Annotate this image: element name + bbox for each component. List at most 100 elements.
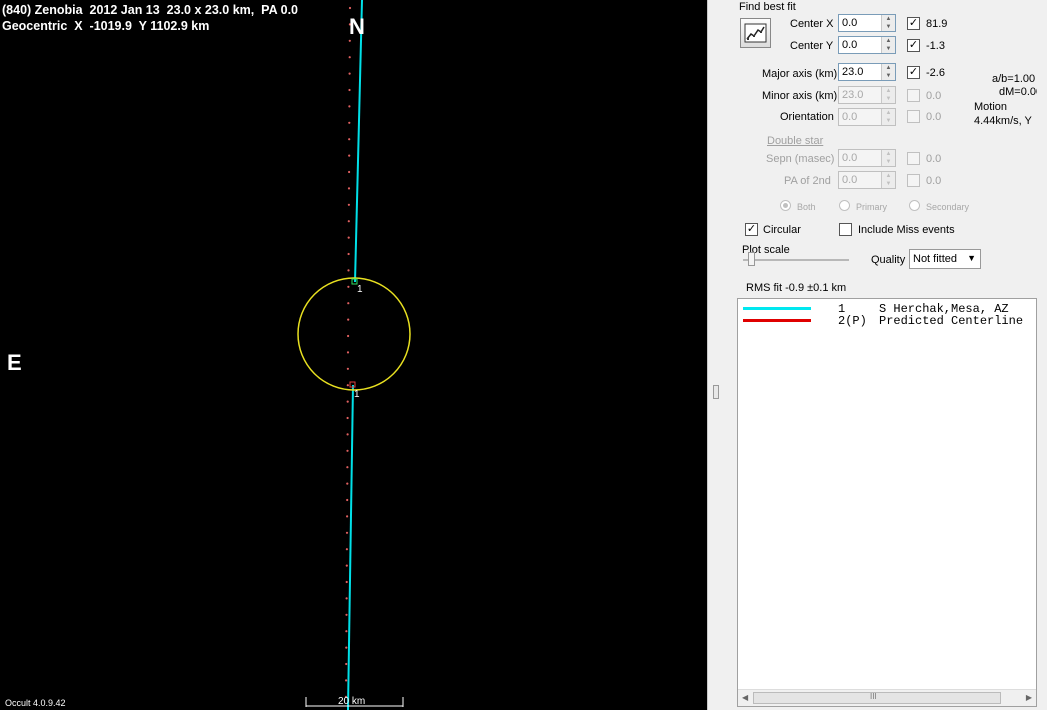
occultation-plot[interactable]: 11 (840) Zenobia 2012 Jan 13 23.0 x 23.0…	[0, 0, 707, 710]
circular-checkbox[interactable]: ✓	[745, 223, 758, 236]
path-dot	[347, 220, 350, 223]
legend-row[interactable]: 2(P) Predicted Centerline	[743, 314, 1037, 328]
center-x-input[interactable]: 0.0 ▲ ▼	[838, 14, 896, 32]
dm-value: dM=0.00	[999, 86, 1043, 98]
scroll-right-icon[interactable]: ▶	[1026, 693, 1032, 702]
quality-label: Quality	[871, 254, 906, 266]
spin-down-icon[interactable]: ▼	[882, 45, 895, 53]
version-label: Occult 4.0.9.42	[5, 698, 66, 708]
legend-row[interactable]: 1 S Herchak,Mesa, AZ	[743, 302, 1037, 316]
orientation-result: 0.0	[926, 111, 942, 123]
path-dot	[347, 334, 350, 338]
radio-both[interactable]	[780, 200, 791, 211]
plot-geocentric-line: Geocentric X -1019.9 Y 1102.9 km	[2, 19, 210, 33]
path-dot	[345, 630, 348, 633]
path-dot	[348, 138, 351, 141]
major-axis-input[interactable]: 23.0 ▲ ▼	[838, 63, 896, 81]
orientation-checkbox[interactable]	[907, 110, 920, 123]
radio-secondary[interactable]	[909, 200, 920, 211]
legend-number: 2(P)	[838, 314, 867, 328]
sepn-input[interactable]: 0.0 ▲ ▼	[838, 149, 896, 167]
spin-up-icon: ▲	[882, 109, 895, 117]
plot-scale-slider-track[interactable]	[743, 259, 849, 261]
pa-2nd-label: PA of 2nd	[784, 175, 831, 187]
path-dot	[347, 302, 350, 305]
orientation-label: Orientation	[780, 111, 834, 123]
minor-axis-checkbox[interactable]	[907, 89, 920, 102]
north-label: N	[349, 14, 365, 39]
path-dot	[345, 646, 348, 649]
window-edge	[1037, 0, 1047, 710]
path-dot	[346, 466, 349, 469]
spin-up-icon: ▲	[882, 87, 895, 95]
path-dot	[346, 400, 349, 403]
center-y-label: Center Y	[790, 40, 834, 52]
path-dot	[348, 121, 351, 124]
spin-down-icon: ▼	[882, 158, 895, 166]
east-label: E	[7, 350, 22, 375]
minor-axis-input[interactable]: 23.0 ▲ ▼	[838, 86, 896, 104]
spin-up-icon[interactable]: ▲	[882, 15, 895, 23]
spin-down-icon: ▼	[882, 180, 895, 188]
legend-observer-name: Predicted Centerline	[879, 314, 1024, 328]
path-dot	[347, 269, 350, 272]
rms-fit-label: RMS fit -0.9 ±0.1 km	[746, 282, 847, 294]
sepn-checkbox[interactable]	[907, 152, 920, 165]
sepn-label: Sepn (masec)	[766, 153, 835, 165]
orientation-input[interactable]: 0.0 ▲ ▼	[838, 108, 896, 126]
path-dot	[347, 203, 350, 206]
scale-bar-label: 20 km	[338, 696, 366, 707]
major-axis-value: 23.0	[842, 66, 864, 78]
spin-up-icon[interactable]: ▲	[882, 37, 895, 45]
center-y-checkbox[interactable]: ✓	[907, 39, 920, 52]
scroll-grip-icon: III	[870, 692, 877, 701]
path-dot	[345, 564, 348, 567]
spin-down-icon[interactable]: ▼	[882, 23, 895, 31]
chord-label: 1	[357, 284, 363, 295]
legend-color-swatch	[743, 307, 811, 310]
path-dot	[348, 72, 351, 75]
center-x-result: 81.9	[926, 18, 948, 30]
minor-axis-result: 0.0	[926, 90, 942, 102]
legend-horizontal-scrollbar[interactable]: ◀ III ▶	[738, 689, 1036, 706]
major-axis-label: Major axis (km)	[762, 68, 838, 80]
observer-legend[interactable]: 1 S Herchak,Mesa, AZ 2(P) Predicted Cent…	[737, 298, 1037, 707]
path-dot	[346, 416, 349, 420]
path-dot	[348, 39, 351, 42]
splitter-grip[interactable]	[713, 385, 719, 399]
quality-select[interactable]: Not fitted ▼	[909, 249, 981, 269]
pa-2nd-checkbox[interactable]	[907, 174, 920, 187]
sepn-value: 0.0	[842, 152, 858, 164]
scroll-left-icon[interactable]: ◀	[742, 693, 748, 702]
double-star-label: Double star	[767, 135, 824, 147]
path-dot	[346, 384, 349, 387]
quality-value: Not fitted	[913, 253, 958, 265]
chord-line-south	[347, 384, 354, 710]
spin-down-icon[interactable]: ▼	[882, 72, 895, 80]
sepn-result: 0.0	[926, 153, 942, 165]
plot-scale-slider-thumb[interactable]	[748, 252, 755, 266]
find-best-fit-button[interactable]	[740, 18, 771, 48]
fit-panel: Find best fit Center X 0.0 ▲ ▼ ✓ 81.9 Cen…	[737, 0, 1047, 300]
legend-color-swatch	[743, 319, 811, 322]
asteroid-profile-ellipse	[297, 277, 411, 391]
include-miss-label: Include Miss events	[858, 224, 955, 236]
path-dot	[346, 449, 349, 452]
path-dot	[345, 580, 348, 584]
center-y-value: 0.0	[842, 39, 858, 51]
major-axis-checkbox[interactable]: ✓	[907, 66, 920, 79]
pa-2nd-input[interactable]: 0.0 ▲ ▼	[838, 171, 896, 189]
minor-axis-value: 23.0	[842, 89, 864, 101]
include-miss-checkbox[interactable]	[839, 223, 852, 236]
major-axis-result: -2.6	[926, 67, 945, 79]
path-dot	[346, 498, 349, 502]
path-dot	[346, 433, 349, 436]
splitter[interactable]	[707, 0, 737, 710]
scrollbar-thumb[interactable]: III	[753, 692, 1001, 704]
center-y-input[interactable]: 0.0 ▲ ▼	[838, 36, 896, 54]
chord-label: 1	[354, 389, 360, 400]
spin-up-icon[interactable]: ▲	[882, 64, 895, 72]
center-x-checkbox[interactable]: ✓	[907, 17, 920, 30]
radio-primary[interactable]	[839, 200, 850, 211]
path-dot	[345, 662, 348, 666]
